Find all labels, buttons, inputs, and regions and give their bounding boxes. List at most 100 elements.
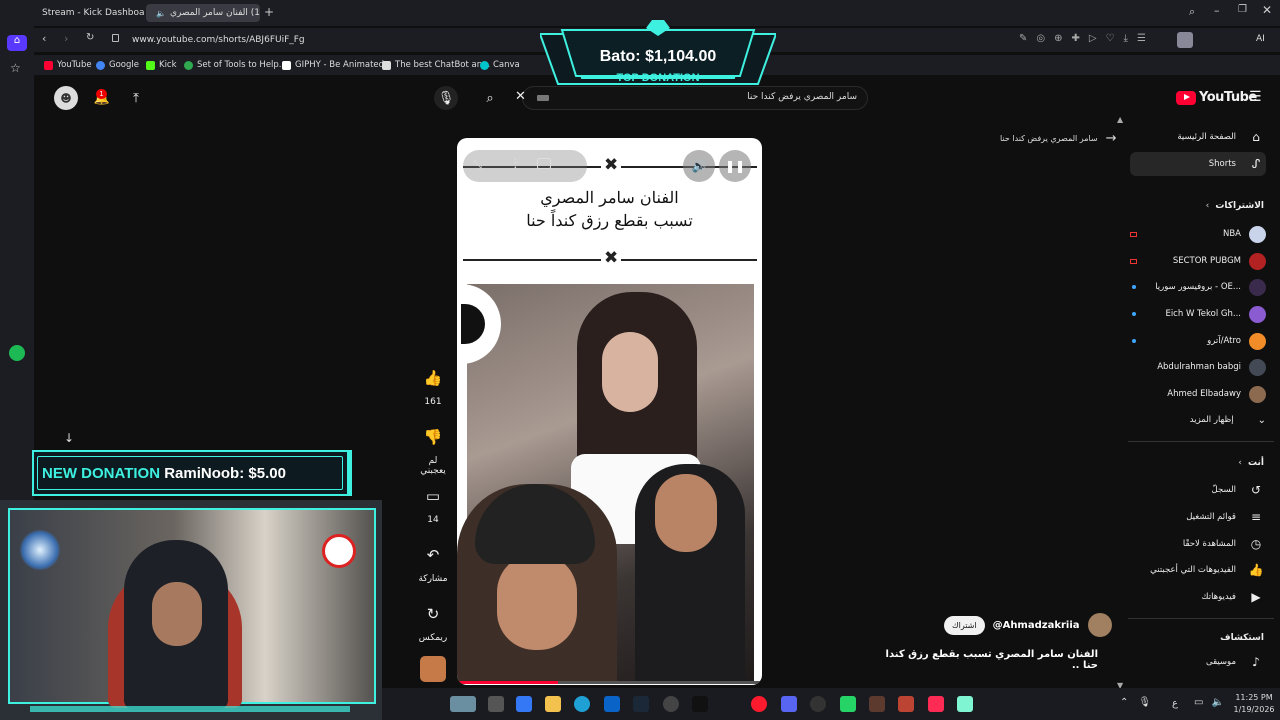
network-icon[interactable]: ▭🔈 [1194, 697, 1232, 708]
store-icon[interactable] [516, 696, 532, 712]
avatar [1249, 278, 1266, 296]
channel-name[interactable]: @Ahmadzakriia [993, 620, 1080, 631]
4k-icon[interactable] [663, 696, 679, 712]
obs-icon[interactable] [810, 696, 826, 712]
forward-icon[interactable]: › [64, 32, 68, 45]
new-content-dot [1132, 285, 1136, 289]
voice-search-icon[interactable]: 🎙 [434, 86, 458, 110]
search-input[interactable]: ✕ سامر المصري يرفض كندا حنا [515, 86, 868, 110]
tab-kick[interactable]: Stream - Kick Dashboard [32, 4, 144, 22]
progress-track[interactable] [457, 681, 762, 684]
language-indicator[interactable]: ع [1172, 698, 1178, 709]
bookmark-giphy[interactable]: GIPHY - Be Animated [282, 58, 384, 72]
star-icon[interactable]: ☆ [10, 61, 21, 75]
app-icon[interactable] [869, 696, 885, 712]
show-more[interactable]: إظهار المزيد ⌄ [1126, 408, 1266, 432]
tf-icon[interactable] [898, 696, 914, 712]
bookmark-google[interactable]: Google [96, 58, 139, 72]
bookmark-tools[interactable]: Set of Tools to Help... [184, 58, 287, 72]
tray-icons[interactable]: ⌃🎙 [1120, 697, 1161, 708]
clear-search-icon[interactable]: ✕ [515, 89, 526, 104]
subscription-abdulrahman[interactable]: Abdulrahman babgi [1126, 355, 1266, 379]
maximize-button[interactable]: ❐ [1238, 4, 1247, 15]
share-button[interactable]: ↶ مشاركة [416, 540, 450, 584]
back-to-results[interactable]: → سامر المصري يرفض كندا حنا [1000, 131, 1117, 146]
tab-youtube[interactable]: 🔈 (1) الفنان سامر المصري [146, 4, 260, 22]
short-video-player[interactable]: ✖ ⤡ ⋮ 🔊 ❚❚ الفنان سامر المصري تسبب بقطع … [457, 138, 762, 685]
nav-your-videos[interactable]: فيديوهاتك ▶ [1134, 585, 1266, 609]
ai-button[interactable]: AI [1256, 34, 1265, 44]
bookmark-kick[interactable]: Kick [146, 58, 177, 72]
close-window-button[interactable]: ✕ [1262, 3, 1272, 17]
reload-icon[interactable]: ↻ [86, 32, 94, 43]
youtube-logo[interactable]: YouTube [1176, 90, 1257, 105]
clock-date[interactable]: 1/19/2026 [1232, 705, 1276, 714]
remix-icon: ↻ [426, 605, 440, 623]
spotify-icon[interactable] [9, 345, 25, 361]
live-icon [1130, 231, 1137, 237]
subscription-sector[interactable]: SECTOR PUBGM [1126, 249, 1266, 273]
minimize-button[interactable]: – [1214, 4, 1220, 17]
subscription-atro[interactable]: آترو/Atro [1126, 329, 1266, 353]
bookmark-youtube[interactable]: YouTube [44, 58, 92, 72]
like-button[interactable]: 👍 161 [416, 363, 450, 407]
explore-header: استكشاف [1220, 633, 1264, 643]
profile-avatar[interactable] [1177, 32, 1193, 48]
subscription-ahmed[interactable]: Ahmed Elbadawy [1126, 382, 1266, 406]
subscription-eich[interactable]: Eich W Tekol Gh... [1126, 302, 1266, 326]
comment-button[interactable]: ▭ 14 [416, 481, 450, 525]
scroll-down-button[interactable]: ↓ [64, 431, 74, 445]
nav-music[interactable]: موسيقى ♪ [1134, 650, 1266, 674]
search-tabs-icon[interactable]: ⌕ [1189, 5, 1195, 19]
streamlabs-icon[interactable] [957, 696, 973, 712]
youtube-play-icon [1176, 90, 1196, 105]
toolbar-icons[interactable]: ✎◎⊕✚▷♡⤓☰ [1019, 33, 1155, 44]
avatar [1249, 358, 1266, 376]
url-field[interactable]: www.youtube.com/shorts/ABJ6FUiF_Fg [132, 31, 532, 49]
create-icon[interactable]: ⤒ [124, 86, 148, 110]
steam-icon[interactable] [633, 696, 649, 712]
menu-icon[interactable]: ☰ [1249, 89, 1262, 105]
nav-watch-later[interactable]: المشاهدة لاحقًا ◷ [1134, 532, 1266, 556]
new-tab-button[interactable]: + [264, 5, 274, 19]
captions-icon[interactable] [537, 158, 551, 169]
clock-time[interactable]: 11:25 PM [1232, 693, 1276, 702]
bookmark-canva[interactable]: Canva [480, 58, 520, 72]
dislike-button[interactable]: 👎 لم يعجبني [416, 422, 450, 476]
nav-shorts[interactable]: Shorts ᔑ [1130, 152, 1266, 176]
nav-liked[interactable]: الفيديوهات التي أعجبتني 👍 [1134, 558, 1266, 582]
keyboard-icon[interactable] [537, 95, 549, 101]
nav-home[interactable]: الصفحة الرئيسية ⌂ [1134, 125, 1266, 149]
pause-button[interactable]: ❚❚ [719, 150, 751, 182]
discord-icon[interactable] [781, 696, 797, 712]
back-icon[interactable]: ‹ [42, 32, 46, 45]
scroll-up-arrow[interactable]: ▲ [1117, 115, 1123, 124]
remix-button[interactable]: ↻ ريمكس [416, 599, 450, 643]
volume-button[interactable]: 🔊 [683, 150, 715, 182]
account-avatar[interactable]: ☻ [54, 86, 78, 110]
nav-history[interactable]: السجلّ ↺ [1134, 478, 1266, 502]
expand-icon[interactable]: ⤡ [473, 158, 482, 172]
tiktok-icon[interactable] [692, 696, 708, 712]
outlook-icon[interactable] [604, 696, 620, 712]
subscription-prof-syria[interactable]: بروفيسور سوريا - OE... [1126, 275, 1266, 299]
you-header[interactable]: ‹ أنت [1238, 458, 1264, 468]
widgets-icon[interactable] [450, 696, 476, 712]
bookmark-chatbot[interactable]: The best ChatBot an... [382, 58, 490, 72]
tiktok-studio-icon[interactable] [928, 696, 944, 712]
channel-avatar[interactable] [1087, 613, 1112, 637]
more-icon[interactable]: ⋮ [509, 156, 522, 171]
opera-home-icon[interactable]: ⌂ [7, 35, 27, 51]
folder-icon[interactable] [545, 696, 561, 712]
subscription-nba[interactable]: NBA [1126, 222, 1266, 246]
edge-icon[interactable] [574, 696, 590, 712]
new-content-dot [1132, 339, 1136, 343]
opera-icon[interactable] [751, 696, 767, 712]
subscribe-button[interactable]: اشتراك [944, 615, 985, 635]
whatsapp-icon[interactable] [840, 696, 856, 712]
task-view-icon[interactable] [488, 696, 504, 712]
search-button[interactable]: ⌕ [478, 86, 502, 110]
subscriptions-header[interactable]: ‹ الاشتراكات [1206, 201, 1264, 211]
sound-thumbnail[interactable] [420, 656, 446, 682]
nav-playlists[interactable]: قوائم التشغيل ≡ [1134, 505, 1266, 529]
